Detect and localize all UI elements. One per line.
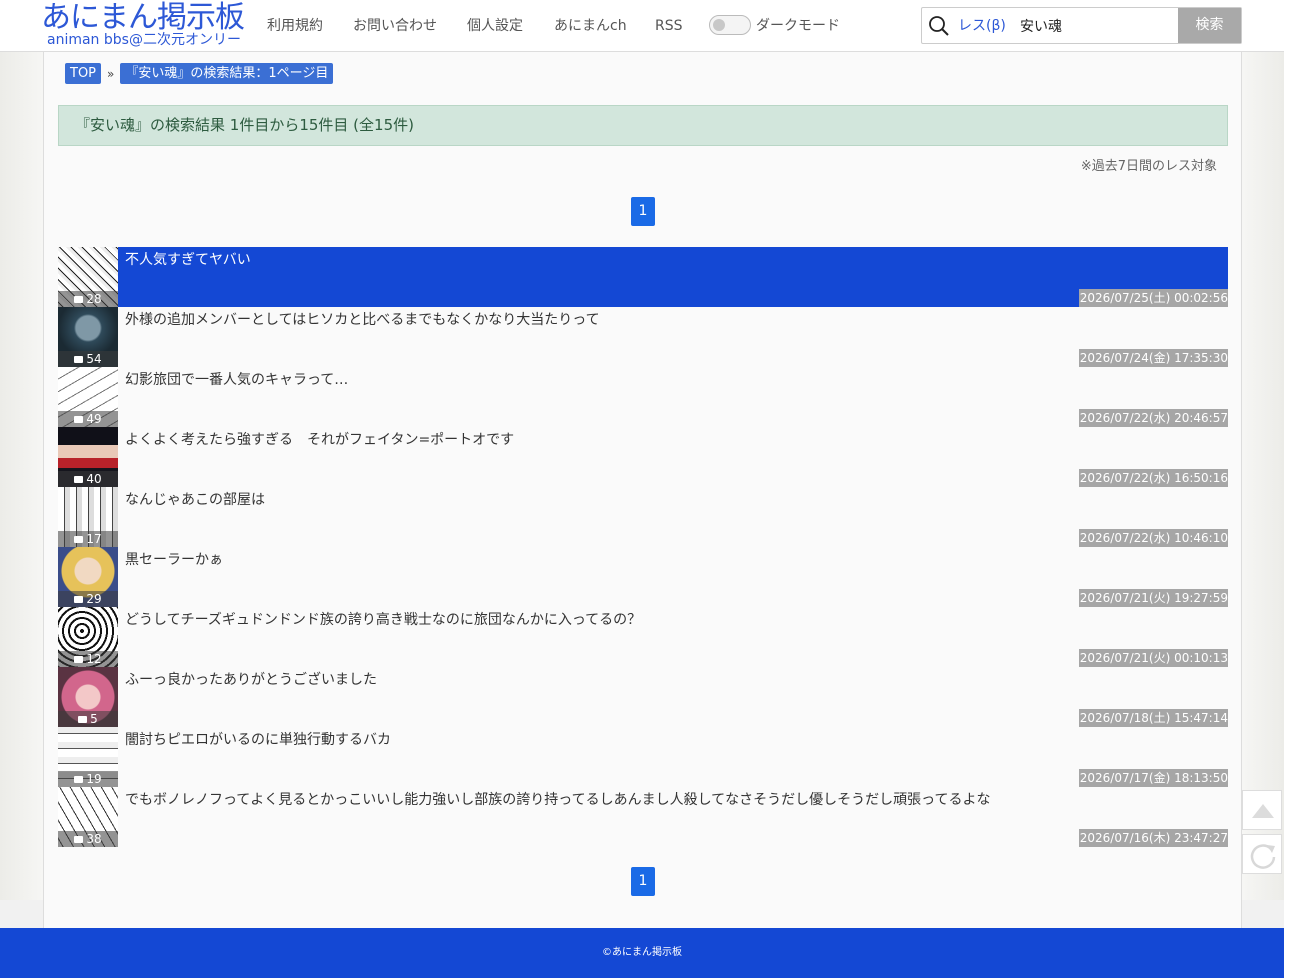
main-content: TOP » 『安い魂』の検索結果：1ページ目 『安い魂』の検索結果 1件目から15件…: [43, 52, 1242, 978]
nav-contact[interactable]: お問い合わせ: [353, 16, 437, 36]
comment-icon: [74, 416, 84, 423]
site-header: あにまん掲示板 animan bbs@二次元オンリー 利用規約 お問い合わせ 個…: [0, 0, 1284, 52]
reply-count: 28: [86, 292, 102, 306]
thread-thumbnail: 40: [58, 427, 118, 487]
thread-thumbnail: 17: [58, 487, 118, 547]
comment-icon: [78, 716, 88, 723]
arrow-up-icon: [1252, 804, 1274, 818]
thread-date: 2026/07/18(土) 15:47:14: [1078, 709, 1228, 727]
nav-settings[interactable]: 個人設定: [467, 16, 523, 36]
left-gutter: [0, 52, 43, 900]
thread-date: 2026/07/21(火) 19:27:59: [1078, 589, 1228, 607]
thread-date: 2026/07/21(火) 00:10:13: [1078, 649, 1228, 667]
breadcrumb-separator: »: [107, 66, 115, 81]
comment-icon: [74, 476, 84, 483]
thread-row[interactable]: 38 でもボノレノフってよく見るとかっこいいし能力強いし部族の誇り持ってるしあん…: [58, 787, 1228, 847]
thread-thumbnail: 28: [58, 247, 118, 307]
search-scope-note: ※過去7日間のレス対象: [1080, 159, 1217, 174]
thread-row[interactable]: 28 不人気すぎてヤバい 2026/07/25(土) 00:02:56: [58, 247, 1228, 307]
thread-title[interactable]: よくよく考えたら強すぎる それがフェイタン=ポートオです: [125, 430, 514, 450]
result-banner: 『安い魂』の検索結果 1件目から15件目 (全15件): [58, 105, 1228, 146]
comment-icon: [74, 776, 84, 783]
right-gutter: [1242, 52, 1284, 900]
reply-count: 17: [86, 532, 102, 546]
thread-thumbnail: 49: [58, 367, 118, 427]
toggle-knob: [713, 19, 725, 31]
reply-count: 38: [86, 832, 102, 846]
thread-list: 28 不人気すぎてヤバい 2026/07/25(土) 00:02:56 54 外様…: [58, 247, 1228, 847]
nav-terms[interactable]: 利用規約: [267, 16, 323, 36]
site-footer: ©あにまん掲示板: [0, 928, 1284, 978]
comment-icon: [74, 536, 84, 543]
reply-count: 29: [86, 592, 102, 606]
copyright-text: ©あにまん掲示板: [602, 947, 682, 958]
pagination-top-page-1[interactable]: 1: [631, 197, 655, 226]
site-logo-subtitle[interactable]: animan bbs@二次元オンリー: [47, 32, 241, 48]
search-button[interactable]: 検索: [1178, 8, 1241, 43]
thread-title[interactable]: どうしてチーズギュドンドンド族の誇り高き戦士なのに旅団なんかに入ってるの？: [125, 610, 641, 630]
reply-count: 5: [90, 712, 98, 726]
nav-animanch[interactable]: あにまんch: [554, 16, 627, 36]
thread-thumbnail: 54: [58, 307, 118, 367]
thread-title[interactable]: 不人気すぎてヤバい: [125, 250, 251, 270]
comment-icon: [74, 356, 84, 363]
breadcrumb-current[interactable]: 『安い魂』の検索結果：1ページ目: [120, 63, 334, 84]
thread-title[interactable]: ふーっ良かったありがとうございました: [125, 670, 377, 690]
thread-date: 2026/07/22(水) 10:46:10: [1078, 529, 1228, 547]
right-edge: [1284, 0, 1292, 978]
thread-title[interactable]: でもボノレノフってよく見るとかっこいいし能力強いし部族の誇り持ってるしあんまし人…: [125, 790, 990, 810]
comment-icon: [74, 656, 84, 663]
reply-count: 12: [86, 652, 102, 666]
thread-row[interactable]: 5 ふーっ良かったありがとうございました 2026/07/18(土) 15:47:…: [58, 667, 1228, 727]
reload-button[interactable]: [1242, 834, 1282, 874]
thread-title[interactable]: 闇討ちピエロがいるのに単独行動するバカ: [125, 730, 391, 750]
thread-date: 2026/07/16(木) 23:47:27: [1078, 829, 1228, 847]
thread-date: 2026/07/24(金) 17:35:30: [1078, 349, 1228, 367]
thread-thumbnail: 5: [58, 667, 118, 727]
thread-row[interactable]: 29 黒セーラーかぁ 2026/07/21(火) 19:27:59: [58, 547, 1228, 607]
thread-row[interactable]: 19 闇討ちピエロがいるのに単独行動するバカ 2026/07/17(金) 18:1…: [58, 727, 1228, 787]
thread-title[interactable]: 幻影旅団で一番人気のキャラって…: [125, 370, 348, 390]
dark-mode-toggle[interactable]: [709, 15, 751, 35]
dark-mode-label: ダークモード: [756, 18, 840, 34]
thread-date: 2026/07/25(土) 00:02:56: [1078, 289, 1228, 307]
thread-row[interactable]: 17 なんじゃあこの部屋は 2026/07/22(水) 10:46:10: [58, 487, 1228, 547]
thread-date: 2026/07/22(水) 16:50:16: [1078, 469, 1228, 487]
site-logo[interactable]: あにまん掲示板: [41, 0, 245, 36]
thread-title[interactable]: なんじゃあこの部屋は: [125, 490, 265, 510]
thread-thumbnail: 29: [58, 547, 118, 607]
thread-row[interactable]: 54 外様の追加メンバーとしてはヒソカと比べるまでもなくかなり大当たりって 202…: [58, 307, 1228, 367]
thread-date: 2026/07/22(水) 20:46:57: [1078, 409, 1228, 427]
reload-icon: [1250, 844, 1276, 869]
search-bar: レス(β) 検索: [921, 7, 1242, 44]
thread-title[interactable]: 外様の追加メンバーとしてはヒソカと比べるまでもなくかなり大当たりって: [125, 310, 600, 330]
pagination-bottom-page-1[interactable]: 1: [631, 867, 655, 896]
search-icon: [929, 16, 949, 36]
nav-rss[interactable]: RSS: [655, 16, 683, 36]
reply-count: 40: [86, 472, 102, 486]
search-input[interactable]: [1020, 14, 1170, 38]
thread-thumbnail: 19: [58, 727, 118, 787]
scroll-top-button[interactable]: [1242, 790, 1282, 830]
comment-icon: [74, 296, 84, 303]
reply-count: 54: [86, 352, 102, 366]
breadcrumb-top[interactable]: TOP: [65, 63, 102, 84]
thread-row[interactable]: 40 よくよく考えたら強すぎる それがフェイタン=ポートオです 2026/07/2…: [58, 427, 1228, 487]
breadcrumb: TOP » 『安い魂』の検索結果：1ページ目: [65, 63, 334, 85]
thread-date: 2026/07/17(金) 18:13:50: [1078, 769, 1228, 787]
thread-thumbnail: 38: [58, 787, 118, 847]
reply-count: 19: [86, 772, 102, 786]
thread-row[interactable]: 49 幻影旅団で一番人気のキャラって… 2026/07/22(水) 20:46:5…: [58, 367, 1228, 427]
reply-count: 49: [86, 412, 102, 426]
comment-icon: [74, 836, 84, 843]
comment-icon: [74, 596, 84, 603]
thread-title[interactable]: 黒セーラーかぁ: [125, 550, 223, 570]
thread-thumbnail: 12: [58, 607, 118, 667]
thread-row[interactable]: 12 どうしてチーズギュドンドンド族の誇り高き戦士なのに旅団なんかに入ってるの？…: [58, 607, 1228, 667]
search-scope-select[interactable]: レス(β): [958, 16, 1006, 36]
